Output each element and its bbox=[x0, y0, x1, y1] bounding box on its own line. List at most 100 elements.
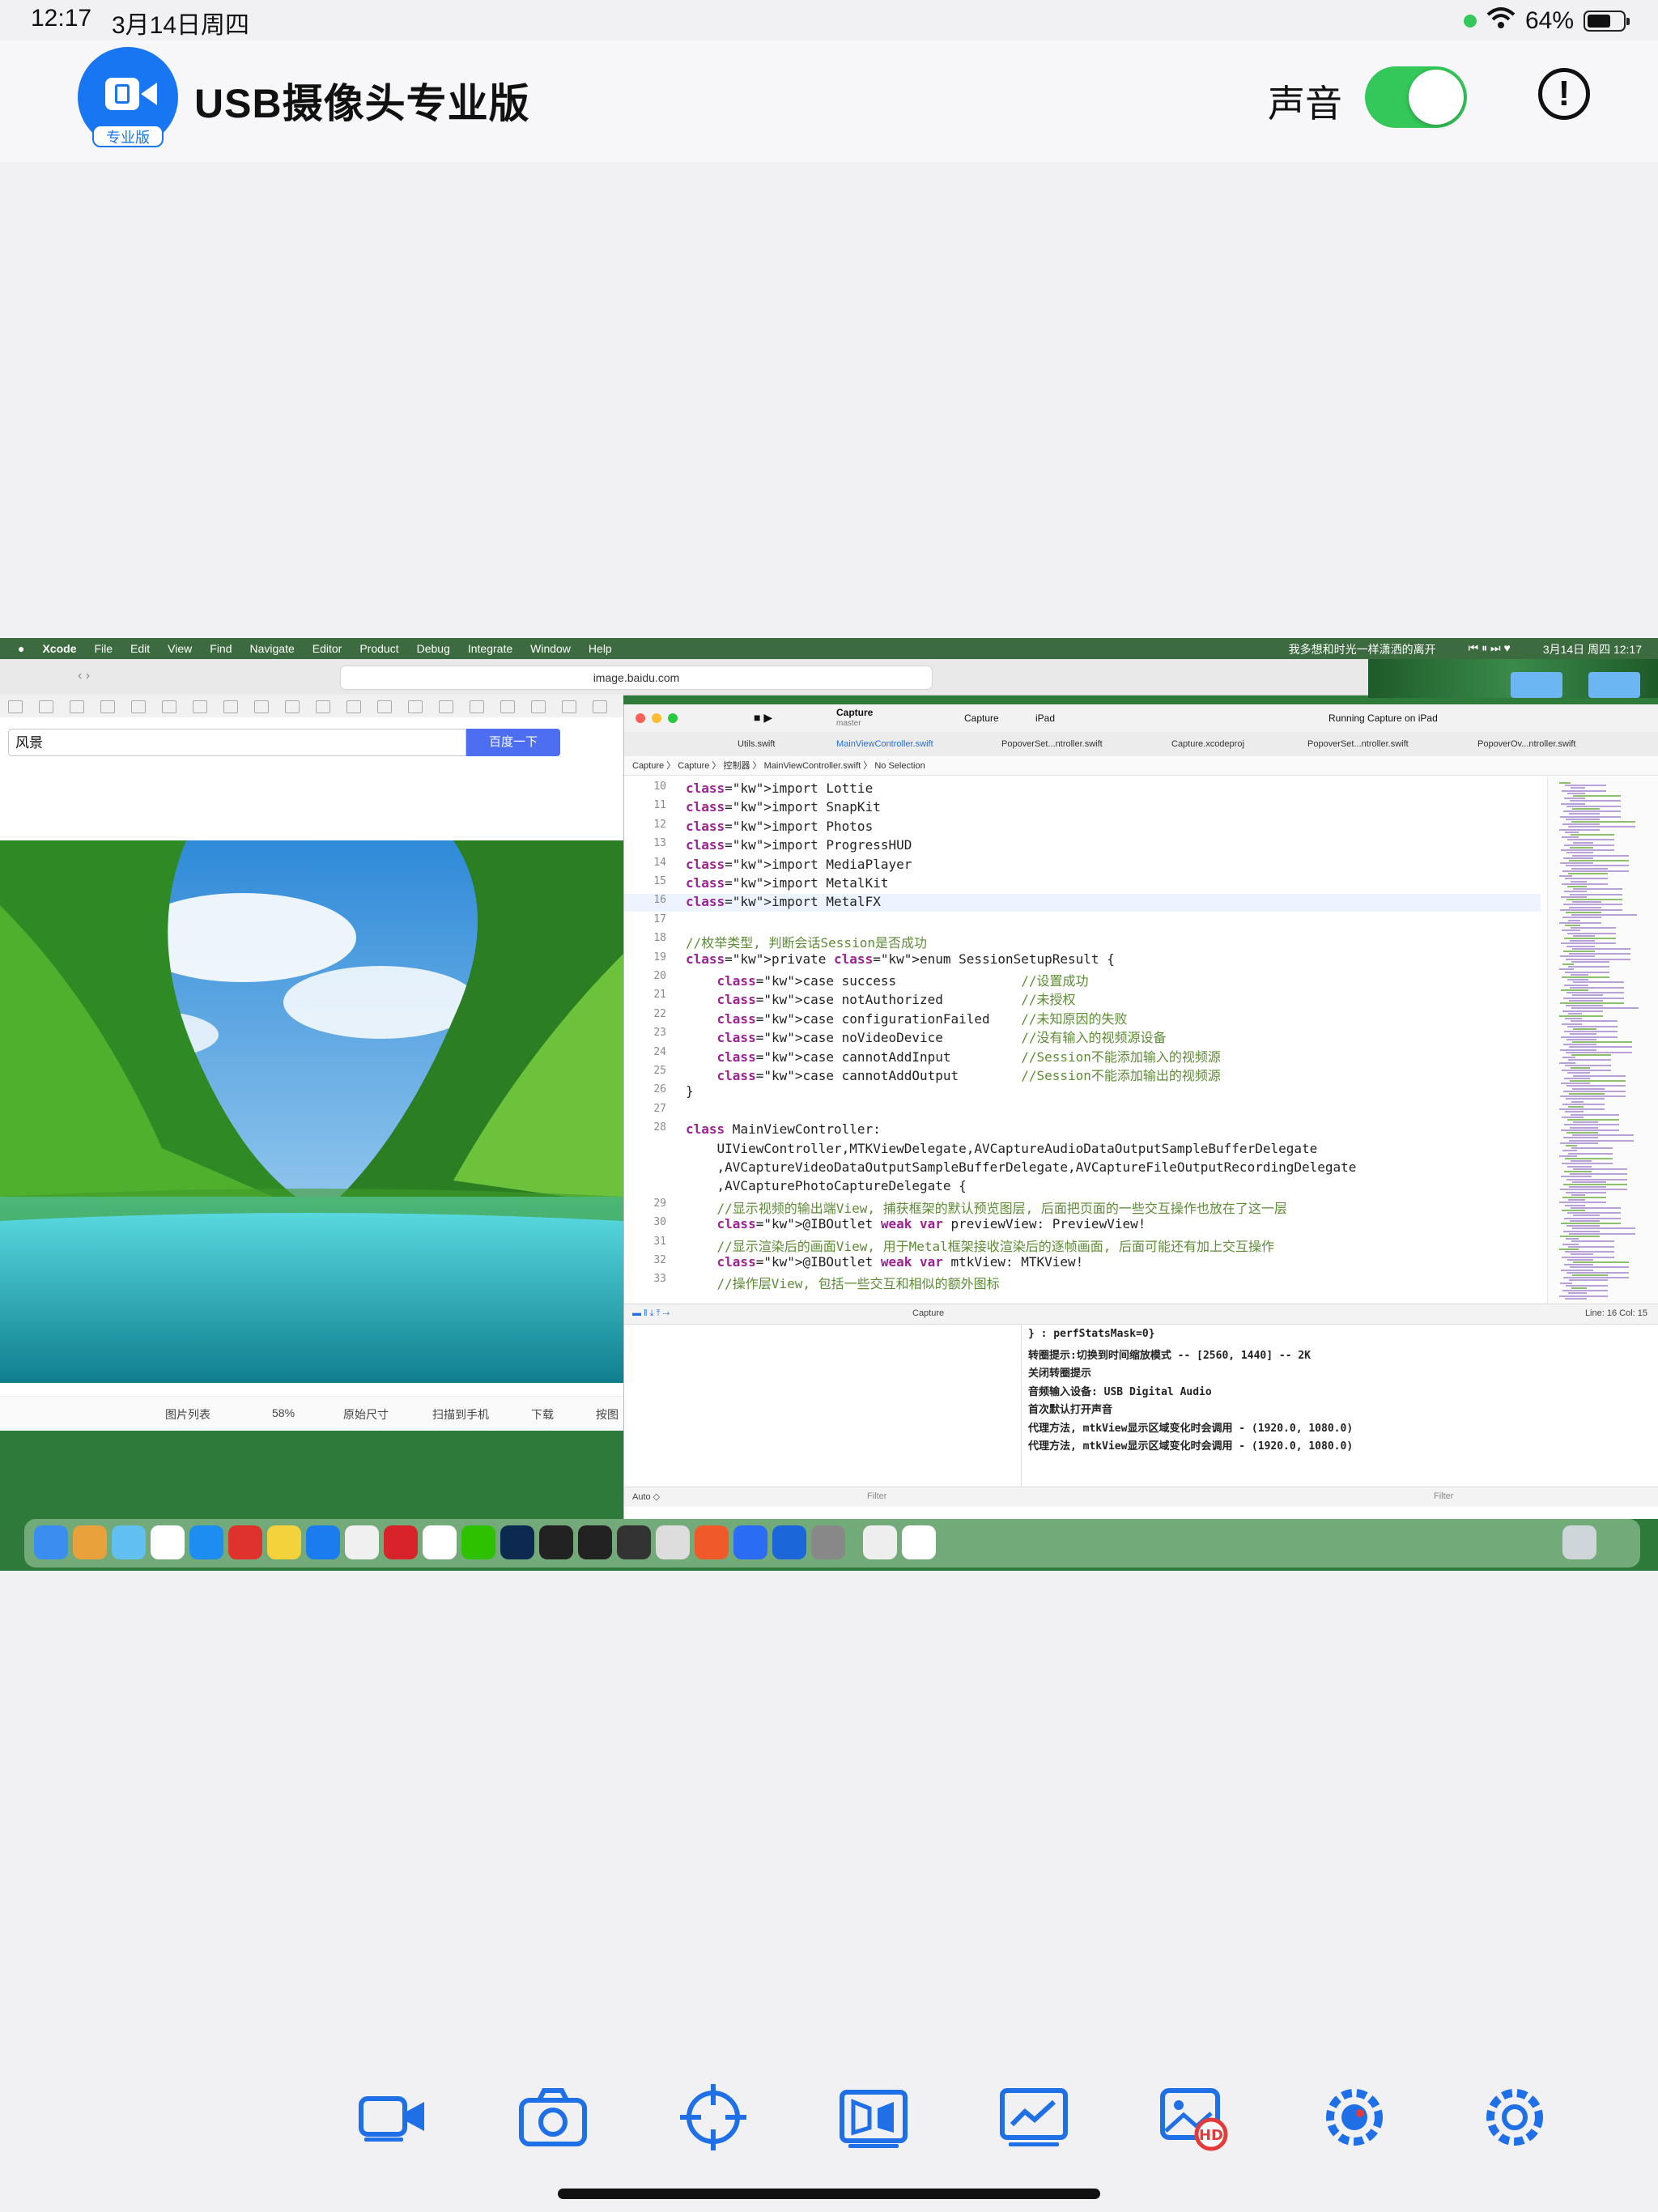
trash-icon bbox=[1562, 1525, 1596, 1559]
code-text: UIViewController,MTKViewDelegate,AVCaptu… bbox=[686, 1140, 1318, 1156]
mac-menubar: ● Xcode File Edit View Find Navigate Edi… bbox=[0, 638, 1658, 659]
mirror-flip-icon bbox=[840, 2090, 908, 2148]
line-number: 10 bbox=[653, 781, 666, 793]
maps-icon bbox=[112, 1525, 146, 1559]
line-number: 28 bbox=[653, 1121, 666, 1134]
safari-icon bbox=[306, 1525, 340, 1559]
console-line: } : perfStatsMask=0} bbox=[1028, 1328, 1155, 1340]
editor-tabs: Utils.swift MainViewController.swift Pop… bbox=[624, 732, 1658, 757]
line-number: 33 bbox=[653, 1273, 666, 1286]
app-store-icon bbox=[189, 1525, 223, 1559]
code-text: class="kw">@IBOutlet weak var previewVie… bbox=[716, 1216, 1146, 1232]
code-line: 14 class="kw">import MediaPlayer bbox=[624, 857, 1541, 874]
code-text: class="kw">import Photos bbox=[686, 818, 874, 834]
menu-item: File bbox=[94, 642, 113, 655]
wifi-icon bbox=[1486, 6, 1516, 36]
xcode-window: ■ ▶ Capture master Capture iPad Running … bbox=[623, 704, 1658, 1519]
debug-console: } : perfStatsMask=0} 转圈提示:切换到时间缩放模式 -- [2… bbox=[1021, 1325, 1658, 1487]
code-text: class="kw">import MediaPlayer bbox=[686, 856, 912, 872]
code-text: ,AVCapturePhotoCaptureDelegate { bbox=[686, 1178, 967, 1194]
code-text: class="kw">case cannotAddOutput //Sessio… bbox=[716, 1068, 1221, 1083]
app-title: USB摄像头专业版 bbox=[194, 81, 530, 126]
scheme-name: Capture bbox=[836, 707, 874, 718]
baidu-search-button: 百度一下 bbox=[466, 729, 560, 756]
auto-selector: Auto ◇ bbox=[632, 1492, 661, 1502]
editor-tab: PopoverOv...ntroller.swift bbox=[1477, 739, 1576, 749]
stop-run-icon: ■ ▶ bbox=[754, 711, 773, 724]
menu-item: Navigate bbox=[249, 642, 295, 655]
sound-toggle[interactable] bbox=[1365, 66, 1467, 128]
console-line: 转圈提示:切换到时间缩放模式 -- [2560, 1440] -- 2K bbox=[1028, 1349, 1312, 1362]
code-line: 33 //操作层View, 包括一些交互和相似的额外图标 bbox=[624, 1273, 1541, 1291]
netease-music-icon bbox=[228, 1525, 262, 1559]
code-line: 23 class="kw">case noVideoDevice //没有输入的… bbox=[624, 1027, 1541, 1045]
xcode-icon bbox=[733, 1525, 767, 1559]
camera-preview[interactable]: ● Xcode File Edit View Find Navigate Edi… bbox=[0, 638, 1658, 1571]
color-settings-button[interactable] bbox=[1318, 2081, 1391, 2154]
download-label: 下载 bbox=[531, 1408, 554, 1421]
line-number: 16 bbox=[653, 894, 666, 907]
code-line: 30 class="kw">@IBOutlet weak var preview… bbox=[624, 1216, 1541, 1234]
code-line: 28 class MainViewController: bbox=[624, 1121, 1541, 1139]
line-number: 29 bbox=[653, 1197, 666, 1210]
code-text: class="kw">import MetalFX bbox=[686, 894, 881, 910]
status-date: 3月14日周四 bbox=[112, 12, 250, 39]
more-label: 按图 bbox=[596, 1408, 619, 1421]
app-icon bbox=[772, 1525, 806, 1559]
menubar-extras: 我多想和时光一样潇洒的离开 ⏮ ⏸ ⏭ ♥ 3月14日 周四 12:17 bbox=[1271, 641, 1642, 657]
status-time: 12:17 bbox=[31, 5, 92, 32]
code-line: 21 class="kw">case notAuthorized //未授权 bbox=[624, 989, 1541, 1008]
back-forward-icon: ‹ › bbox=[78, 669, 91, 683]
code-line: 17 bbox=[624, 913, 1541, 931]
code-text: class="kw">import Lottie bbox=[686, 781, 874, 796]
code-text: class="kw">case notAuthorized //未授权 bbox=[716, 992, 1076, 1008]
mirror-button[interactable] bbox=[837, 2081, 910, 2154]
settings-button[interactable] bbox=[1478, 2081, 1551, 2154]
youdao-icon bbox=[384, 1525, 418, 1559]
debug-target: Capture bbox=[912, 1308, 945, 1318]
code-text: class="kw">import SnapKit bbox=[686, 799, 881, 815]
browser-toolbar: ‹ › image.baidu.com bbox=[0, 659, 1368, 696]
toggle-knob bbox=[1409, 70, 1464, 125]
code-line: 20 class="kw">case success //设置成功 bbox=[624, 970, 1541, 989]
line-number: 23 bbox=[653, 1027, 666, 1040]
code-line: 31 //显示渲染后的画面View, 用于Metal框架接收渲染后的逐帧画面, … bbox=[624, 1236, 1541, 1254]
info-button[interactable]: ! bbox=[1538, 68, 1590, 120]
logo-badge: 专业版 bbox=[92, 125, 164, 147]
code-line: 15 class="kw">import MetalKit bbox=[624, 875, 1541, 893]
zoom-level: 58% bbox=[272, 1406, 295, 1419]
folder-icon bbox=[1511, 672, 1562, 698]
line-number: 30 bbox=[653, 1216, 666, 1229]
app-icon bbox=[656, 1525, 690, 1559]
minimap bbox=[1547, 777, 1658, 1304]
code-line: ,AVCapturePhotoCaptureDelegate { bbox=[624, 1178, 1541, 1196]
photoshop-icon bbox=[500, 1525, 534, 1559]
chart-button[interactable] bbox=[997, 2081, 1070, 2154]
code-line: 12 class="kw">import Photos bbox=[624, 819, 1541, 836]
gallery-button[interactable]: HD bbox=[1158, 2081, 1231, 2154]
line-number: 21 bbox=[653, 989, 666, 1002]
folder-icon bbox=[1588, 672, 1640, 698]
code-text: class="kw">case configurationFailed //未知… bbox=[716, 1010, 1128, 1027]
menu-item: Integrate bbox=[467, 642, 513, 655]
code-line: UIViewController,MTKViewDelegate,AVCaptu… bbox=[624, 1141, 1541, 1159]
crosshair-button[interactable] bbox=[677, 2081, 750, 2154]
battery-icon bbox=[1584, 11, 1630, 32]
cursor-position: Line: 16 Col: 15 bbox=[1584, 1308, 1647, 1318]
menu-item: Edit bbox=[130, 642, 151, 655]
code-text: class="kw">case success //设置成功 bbox=[716, 973, 1089, 989]
code-line: 32 class="kw">@IBOutlet weak var mtkView… bbox=[624, 1254, 1541, 1272]
close-icon bbox=[636, 713, 645, 723]
menu-item: Xcode bbox=[42, 642, 77, 655]
console-line: 首次默认打开声音 bbox=[1028, 1404, 1113, 1416]
baidu-image-page: 风景 百度一下 图片列表 58% 原始尺寸 扫描到手机 下载 按图 bbox=[0, 717, 623, 1431]
code-editor: 10 class="kw">import Lottie 11 class="kw">i… bbox=[624, 777, 1541, 1304]
camera-in-use-indicator bbox=[1463, 15, 1477, 28]
color-gear-icon bbox=[1326, 2089, 1383, 2146]
destination-scheme: Capture bbox=[964, 713, 999, 724]
gallery-icon: HD bbox=[1160, 2088, 1228, 2151]
take-photo-button[interactable] bbox=[517, 2081, 589, 2154]
qq-icon bbox=[423, 1525, 457, 1559]
video-record-button[interactable] bbox=[356, 2081, 429, 2154]
line-number: 24 bbox=[653, 1045, 666, 1058]
